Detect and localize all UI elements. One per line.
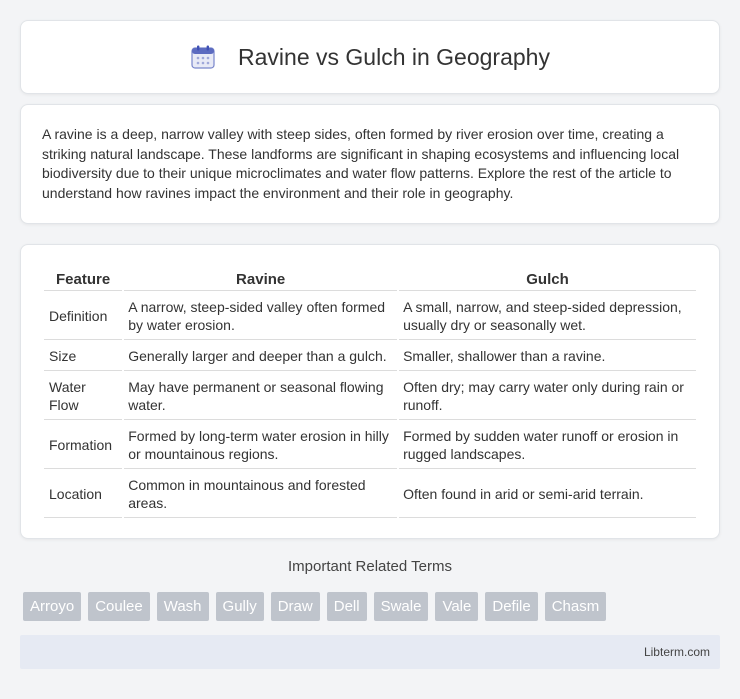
comparison-card: Feature Ravine Gulch Definition A narrow… xyxy=(20,244,720,539)
header-card: Ravine vs Gulch in Geography xyxy=(20,20,720,94)
related-term-tag[interactable]: Gully xyxy=(215,592,264,621)
related-term-tag[interactable]: Coulee xyxy=(88,592,150,621)
calendar-icon xyxy=(190,44,216,70)
table-row: Location Common in mountainous and fores… xyxy=(44,471,696,518)
ravine-cell: Common in mountainous and forested areas… xyxy=(124,471,398,518)
ravine-cell: Generally larger and deeper than a gulch… xyxy=(124,342,398,371)
intro-text: A ravine is a deep, narrow valley with s… xyxy=(42,126,680,201)
table-row: Size Generally larger and deeper than a … xyxy=(44,342,696,371)
table-header-row: Feature Ravine Gulch xyxy=(44,267,696,291)
feature-cell: Size xyxy=(44,342,123,371)
ravine-cell: A narrow, steep-sided valley often forme… xyxy=(124,293,398,340)
feature-cell: Location xyxy=(44,471,123,518)
related-term-tag[interactable]: Swale xyxy=(373,592,429,621)
feature-cell: Formation xyxy=(44,422,123,469)
footer-site-link[interactable]: Libterm.com xyxy=(644,645,710,659)
feature-cell: Definition xyxy=(44,293,123,340)
related-term-tag[interactable]: Arroyo xyxy=(23,592,82,621)
related-term-tag[interactable]: Draw xyxy=(270,592,320,621)
related-term-tag[interactable]: Chasm xyxy=(544,592,607,621)
ravine-cell: Formed by long-term water erosion in hil… xyxy=(124,422,398,469)
gulch-cell: A small, narrow, and steep-sided depress… xyxy=(399,293,696,340)
table-row: Water Flow May have permanent or seasona… xyxy=(44,373,696,420)
gulch-cell: Formed by sudden water runoff or erosion… xyxy=(399,422,696,469)
comparison-table: Feature Ravine Gulch Definition A narrow… xyxy=(42,265,698,520)
related-term-tag[interactable]: Vale xyxy=(435,592,479,621)
column-header-gulch: Gulch xyxy=(399,267,696,291)
gulch-cell: Smaller, shallower than a ravine. xyxy=(399,342,696,371)
related-terms-title: Important Related Terms xyxy=(288,558,452,575)
feature-cell: Water Flow xyxy=(44,373,123,420)
gulch-cell: Often found in arid or semi-arid terrain… xyxy=(399,471,696,518)
intro-card: A ravine is a deep, narrow valley with s… xyxy=(20,104,720,224)
table-row: Formation Formed by long-term water eros… xyxy=(44,422,696,469)
footer: Libterm.com xyxy=(20,635,720,669)
related-term-tag[interactable]: Defile xyxy=(485,592,538,621)
gulch-cell: Often dry; may carry water only during r… xyxy=(399,373,696,420)
page-title: Ravine vs Gulch in Geography xyxy=(238,43,550,70)
related-term-tag[interactable]: Dell xyxy=(326,592,367,621)
ravine-cell: May have permanent or seasonal flowing w… xyxy=(124,373,398,420)
related-term-tag[interactable]: Wash xyxy=(156,592,209,621)
column-header-ravine: Ravine xyxy=(124,267,398,291)
table-row: Definition A narrow, steep-sided valley … xyxy=(44,293,696,340)
column-header-feature: Feature xyxy=(44,267,123,291)
related-terms-list: Arroyo Coulee Wash Gully Draw Dell Swale… xyxy=(23,592,613,621)
